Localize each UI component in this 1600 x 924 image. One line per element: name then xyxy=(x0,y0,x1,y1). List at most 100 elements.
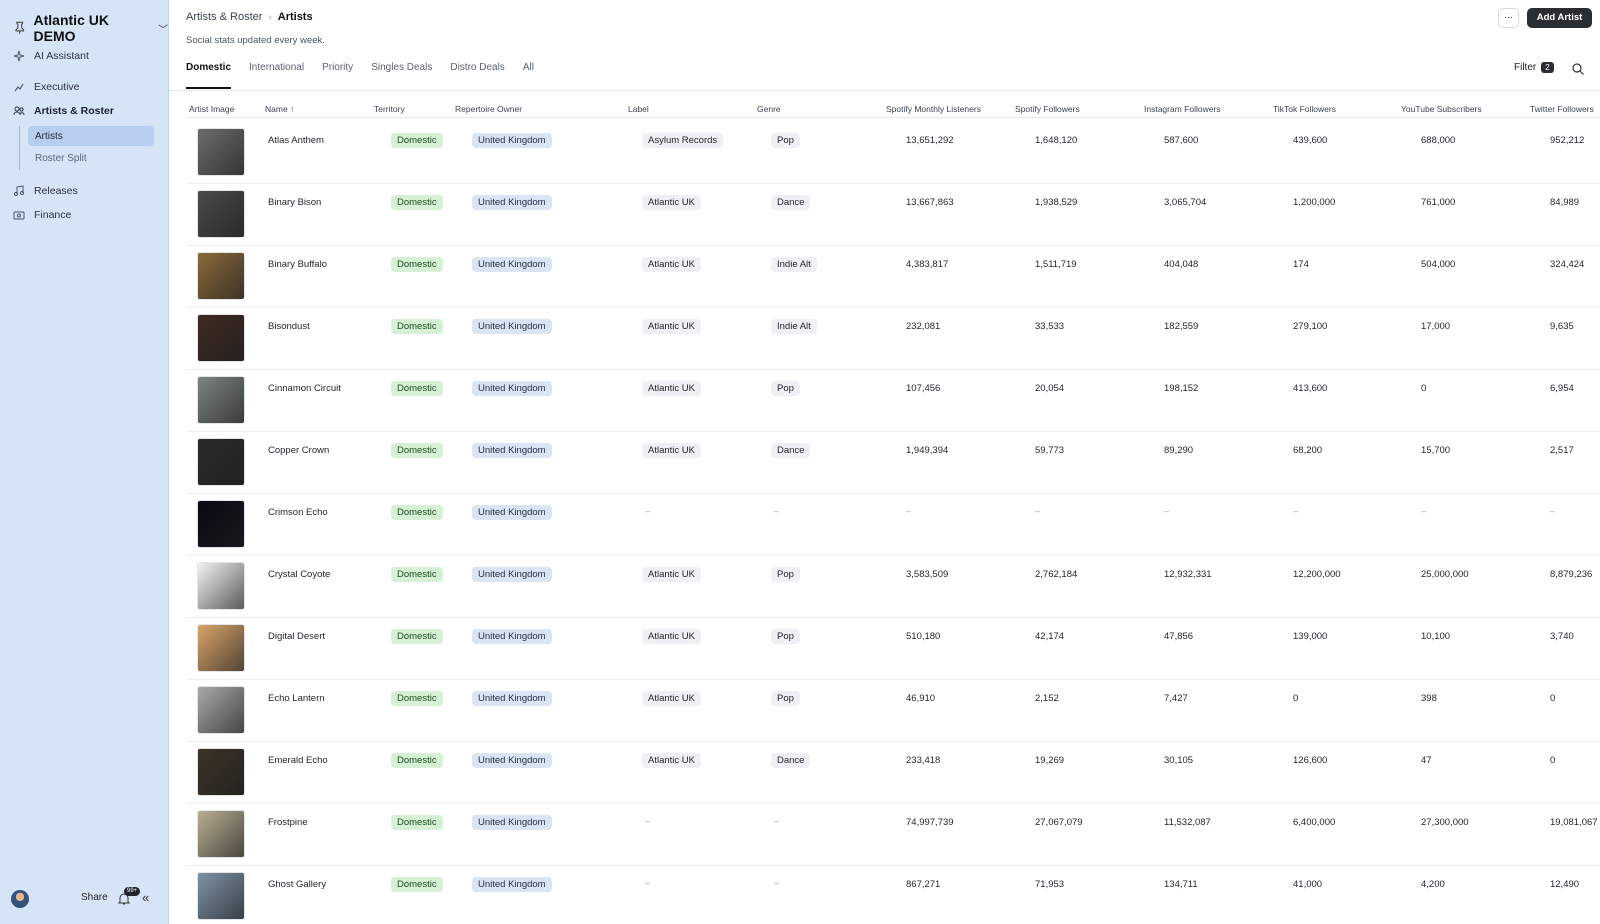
spotify-monthly-listeners-value: 510,180 xyxy=(906,631,941,642)
owner-badge: United Kingdom xyxy=(472,195,552,210)
artist-image xyxy=(197,190,245,238)
nav-label: Roster Split xyxy=(35,152,87,164)
table-row[interactable]: Binary Buffalo Domestic United Kingdom Atla… xyxy=(186,246,1600,308)
territory-badge: Domestic xyxy=(391,381,443,396)
twitter-followers-value: 0 xyxy=(1550,755,1556,766)
table-row[interactable]: Crystal Coyote Domestic United Kingdom Atla… xyxy=(186,556,1600,618)
nav-artists[interactable]: Artists xyxy=(28,126,154,146)
filter-button[interactable]: Filter 2 xyxy=(1514,62,1554,73)
instagram-followers-value: 30,105 xyxy=(1164,755,1194,766)
col-header-instagram[interactable]: Instagram Followers xyxy=(1144,104,1221,114)
nav-label: Artists & Roster xyxy=(34,105,114,117)
genre-badge: Pop xyxy=(771,629,800,644)
col-header-label[interactable]: Label xyxy=(628,104,649,114)
table-row[interactable]: Ghost Gallery Domestic United Kingdom – – 867… xyxy=(186,866,1600,924)
nav-artists-roster[interactable]: Artists & Roster xyxy=(13,102,114,120)
table-row[interactable]: Atlas Anthem Domestic United Kingdom Asylum… xyxy=(186,122,1600,184)
label-badge: Atlantic UK xyxy=(642,381,701,396)
table-row[interactable]: Emerald Echo Domestic United Kingdom Atlant… xyxy=(186,742,1600,804)
artist-name[interactable]: Crystal Coyote xyxy=(268,569,330,580)
nav-finance[interactable]: Finance xyxy=(13,206,71,224)
twitter-followers-value: 9,635 xyxy=(1550,321,1574,332)
nav-label: AI Assistant xyxy=(34,50,89,62)
table-row[interactable]: Copper Crown Domestic United Kingdom Atlant… xyxy=(186,432,1600,494)
music-icon xyxy=(14,185,24,196)
col-header-spotify-followers[interactable]: Spotify Followers xyxy=(1015,104,1080,114)
col-header-spotify-monthly[interactable]: Spotify Monthly Listeners xyxy=(886,104,981,114)
table-row[interactable]: Binary Bison Domestic United Kingdom Atlant… xyxy=(186,184,1600,246)
artist-name[interactable]: Emerald Echo xyxy=(268,755,328,766)
artist-name[interactable]: Ghost Gallery xyxy=(268,879,326,890)
wallet-icon xyxy=(13,211,25,220)
label-badge: Asylum Records xyxy=(642,133,724,148)
table-row[interactable]: Frostpine Domestic United Kingdom – – 74,997,… xyxy=(186,804,1600,866)
col-header-twitter[interactable]: Twitter Followers xyxy=(1530,104,1594,114)
nav-ai-assistant[interactable]: AI Assistant xyxy=(13,47,89,65)
tab-domestic[interactable]: Domestic xyxy=(186,58,232,89)
artist-name[interactable]: Frostpine xyxy=(268,817,308,828)
workspace-switcher[interactable]: Atlantic UK DEMO ﹀ xyxy=(14,12,168,44)
collapse-sidebar-icon[interactable]: « xyxy=(142,890,149,905)
col-header-owner[interactable]: Repertoire Owner xyxy=(455,104,522,114)
instagram-followers-value: 3,065,704 xyxy=(1164,197,1207,208)
sparkle-icon xyxy=(13,50,25,62)
nav-releases[interactable]: Releases xyxy=(13,182,78,200)
table-row[interactable]: Cinnamon Circuit Domestic United Kingdom At… xyxy=(186,370,1600,432)
table-row[interactable]: Crimson Echo Domestic United Kingdom – – – – – –… xyxy=(186,494,1600,556)
artist-name[interactable]: Atlas Anthem xyxy=(268,135,324,146)
col-header-youtube[interactable]: YouTube Subscribers xyxy=(1401,104,1482,114)
youtube-subscribers-value: 504,000 xyxy=(1421,259,1456,270)
artist-name[interactable]: Binary Bison xyxy=(268,197,321,208)
artist-name[interactable]: Cinnamon Circuit xyxy=(268,383,341,394)
share-button[interactable]: Share xyxy=(81,892,108,903)
label-badge: Atlantic UK xyxy=(642,567,701,582)
table-row[interactable]: Digital Desert Domestic United Kingdom Atla… xyxy=(186,618,1600,680)
genre-badge: Dance xyxy=(771,195,811,210)
tab-distro-deals[interactable]: Distro Deals xyxy=(450,58,504,89)
artist-name[interactable]: Crimson Echo xyxy=(268,507,328,518)
artist-name[interactable]: Copper Crown xyxy=(268,445,329,456)
instagram-followers-value: – xyxy=(1164,506,1170,516)
col-header-image: Artist Image xyxy=(189,104,235,114)
twitter-followers-value: 0 xyxy=(1550,693,1556,704)
artist-name[interactable]: Echo Lantern xyxy=(268,693,325,704)
spotify-followers-value: 1,511,719 xyxy=(1035,259,1077,270)
col-header-genre[interactable]: Genre xyxy=(757,104,781,114)
nav-label: Executive xyxy=(34,81,80,93)
owner-badge: United Kingdom xyxy=(472,381,552,396)
search-icon[interactable] xyxy=(1571,62,1585,76)
tab-international[interactable]: International xyxy=(249,58,304,89)
tiktok-followers-value: 41,000 xyxy=(1293,879,1323,890)
artist-name[interactable]: Binary Buffalo xyxy=(268,259,327,270)
table-row[interactable]: Echo Lantern Domestic United Kingdom Atlant… xyxy=(186,680,1600,742)
col-header-name[interactable]: Name ↑ xyxy=(265,104,294,114)
table-row[interactable]: Bisondust Domestic United Kingdom Atlantic … xyxy=(186,308,1600,370)
col-header-territory[interactable]: Territory xyxy=(374,104,405,114)
more-options-button[interactable]: ··· xyxy=(1498,8,1519,28)
col-header-tiktok[interactable]: TikTok Followers xyxy=(1273,104,1336,114)
territory-badge: Domestic xyxy=(391,133,443,148)
artist-name[interactable]: Bisondust xyxy=(268,321,310,332)
chevron-right-icon: › xyxy=(268,11,272,23)
artist-name[interactable]: Digital Desert xyxy=(268,631,325,642)
spotify-followers-value: 71,953 xyxy=(1035,879,1065,890)
tab-all[interactable]: All xyxy=(523,58,534,89)
add-artist-button[interactable]: Add Artist xyxy=(1527,8,1592,28)
artist-image xyxy=(197,872,245,920)
spotify-followers-value: 27,067,079 xyxy=(1035,817,1083,828)
instagram-followers-value: 404,048 xyxy=(1164,259,1199,270)
breadcrumb-parent[interactable]: Artists & Roster xyxy=(186,11,262,23)
youtube-subscribers-value: – xyxy=(1421,506,1427,516)
territory-badge: Domestic xyxy=(391,815,443,830)
owner-badge: United Kingdom xyxy=(472,443,552,458)
territory-badge: Domestic xyxy=(391,629,443,644)
instagram-followers-value: 11,532,087 xyxy=(1164,817,1211,828)
nav-executive[interactable]: Executive xyxy=(13,78,80,96)
spotify-monthly-listeners-value: 233,418 xyxy=(906,755,941,766)
tab-priority[interactable]: Priority xyxy=(322,58,353,89)
spotify-monthly-listeners-value: 107,456 xyxy=(906,383,941,394)
genre-badge: Indie Alt xyxy=(771,319,817,334)
nav-roster-split[interactable]: Roster Split xyxy=(28,148,154,168)
avatar[interactable] xyxy=(11,890,29,908)
tab-singles-deals[interactable]: Singles Deals xyxy=(371,58,432,89)
